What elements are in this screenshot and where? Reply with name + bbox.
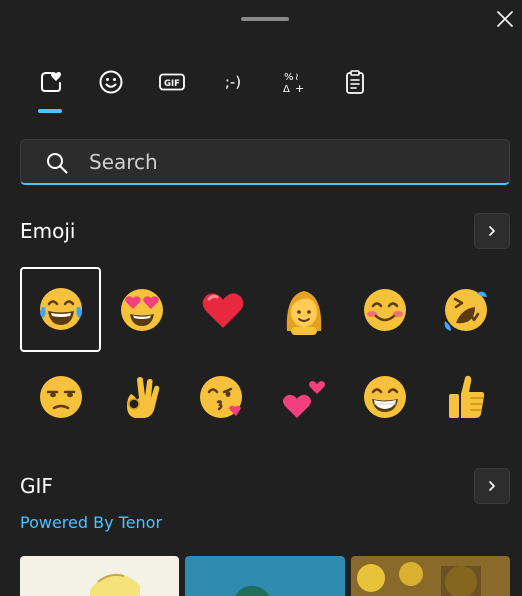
emoji-red-heart[interactable]: [182, 267, 263, 352]
chevron-right-icon: [489, 226, 495, 236]
svg-text:+: +: [295, 82, 304, 95]
gif-see-more-button[interactable]: [474, 468, 510, 504]
gif-thumbnail-3[interactable]: [351, 556, 510, 596]
emoji-see-more-button[interactable]: [474, 213, 510, 249]
gif-tab-label: GIF: [164, 79, 180, 89]
emoji-woman[interactable]: [263, 267, 344, 352]
beaming-face-with-smiling-eyes-icon: [363, 375, 406, 418]
close-icon: [497, 11, 513, 27]
gif-preview-image: [235, 585, 269, 596]
tab-favorites[interactable]: [31, 62, 71, 102]
emoji-face-with-tears-of-joy[interactable]: [20, 267, 101, 352]
emoji-two-hearts[interactable]: [263, 354, 344, 439]
emoji-ok-hand[interactable]: [101, 354, 182, 439]
clipboard-icon: [346, 70, 364, 94]
smiley-icon: [99, 70, 123, 94]
svg-text:%: %: [284, 72, 294, 83]
woman-icon: [286, 290, 321, 335]
gif-icon: GIF: [159, 73, 185, 91]
active-tab-indicator: [38, 109, 62, 113]
emoji-thumbs-up[interactable]: [425, 354, 506, 439]
gif-preview-image: [357, 562, 481, 596]
tab-kaomoji[interactable]: ;-): [213, 62, 253, 102]
gif-section-title: GIF: [20, 474, 53, 498]
search-icon: [47, 153, 68, 174]
smiling-face-with-smiling-eyes-icon: [363, 288, 406, 331]
drag-handle[interactable]: [241, 17, 289, 21]
symbols-icon: % ≀ Δ +: [283, 72, 304, 95]
emoji-face-blowing-a-kiss[interactable]: [182, 354, 263, 439]
kaomoji-icon: ;-): [225, 73, 241, 91]
tab-emoji[interactable]: [91, 62, 131, 102]
unamused-face-icon: [39, 375, 82, 418]
tab-symbols[interactable]: % ≀ Δ +: [274, 62, 314, 102]
smiling-face-with-heart-eyes-icon: [120, 288, 163, 331]
close-button[interactable]: [492, 8, 518, 30]
gif-preview-image: [90, 573, 140, 596]
kaomoji-tab-label: ;-): [225, 73, 241, 91]
face-with-tears-of-joy-icon: [39, 287, 82, 330]
tab-gif[interactable]: GIF: [152, 62, 192, 102]
thumbs-up-icon: [448, 375, 484, 418]
emoji-smiling-face-with-smiling-eyes[interactable]: [344, 267, 425, 352]
ok-hand-icon: [126, 376, 159, 418]
heart-sticker-icon: [41, 72, 61, 92]
emoji-rolling-on-the-floor-laughing[interactable]: [425, 267, 506, 352]
rolling-on-the-floor-laughing-icon: [444, 288, 487, 331]
chevron-right-icon: [489, 481, 495, 491]
gif-thumbnail-1[interactable]: [20, 556, 179, 596]
powered-by-tenor-link[interactable]: Powered By Tenor: [20, 513, 162, 532]
face-blowing-a-kiss-icon: [199, 375, 242, 418]
red-heart-icon: [202, 292, 243, 328]
emoji-beaming-face-with-smiling-eyes[interactable]: [344, 354, 425, 439]
category-tabs: GIF ;-) % ≀ Δ +: [0, 62, 522, 114]
emoji-smiling-face-with-heart-eyes[interactable]: [101, 267, 182, 352]
two-hearts-icon: [282, 380, 325, 418]
gif-thumbnail-2[interactable]: [185, 556, 345, 596]
search-input[interactable]: [89, 146, 489, 178]
tab-clipboard[interactable]: [335, 62, 375, 102]
svg-text:Δ: Δ: [283, 84, 290, 95]
search-box[interactable]: [20, 139, 510, 185]
emoji-unamused-face[interactable]: [20, 354, 101, 439]
emoji-section-title: Emoji: [20, 219, 76, 243]
